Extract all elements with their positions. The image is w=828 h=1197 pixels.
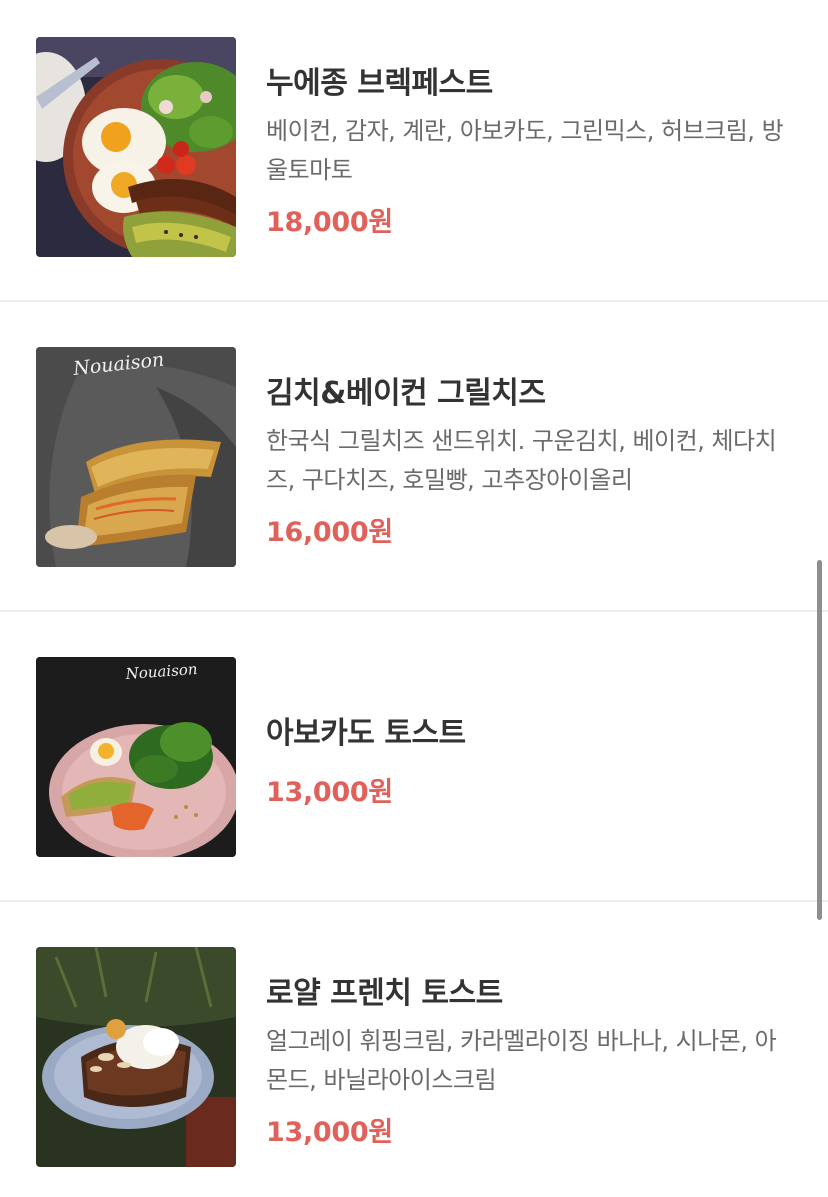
menu-item-price: 18,000원: [266, 207, 393, 238]
menu-item-description: 얼그레이 휘핑크림, 카라멜라이징 바나나, 시나몬, 아몬드, 바닐라아이스크…: [266, 1027, 777, 1094]
menu-item-price: 16,000원: [266, 517, 393, 548]
avocado-toast-photo[interactable]: Nouaison: [36, 657, 236, 857]
menu-item-name: 로얄 프렌치 토스트: [266, 976, 503, 1011]
menu-item-nouaison-breakfast[interactable]: 누에종 브렉페스트 베이컨, 감자, 계란, 아보카도, 그린믹스, 허브크림,…: [0, 0, 828, 301]
menu-item-name: 김치&베이컨 그릴치즈: [266, 376, 546, 411]
menu-item-description: 베이컨, 감자, 계란, 아보카도, 그린믹스, 허브크림, 방울토마토: [266, 117, 784, 184]
menu-item-name: 누에종 브렉페스트: [266, 66, 493, 101]
menu-item-avocado-toast[interactable]: Nouaison 아보카도 토스트 13,000원: [0, 612, 828, 901]
vertical-scrollbar[interactable]: [817, 560, 822, 920]
french-toast-photo[interactable]: [36, 947, 236, 1167]
grilled-cheese-photo[interactable]: Nouaison: [36, 347, 236, 567]
menu-item-description: 한국식 그릴치즈 샌드위치. 구운김치, 베이컨, 체다치즈, 구다치즈, 호밀…: [266, 427, 777, 494]
menu-item-royal-french-toast[interactable]: 로얄 프렌치 토스트 얼그레이 휘핑크림, 카라멜라이징 바나나, 시나몬, 아…: [0, 902, 828, 1197]
menu-item-kimchi-bacon-grilled-cheese[interactable]: Nouaison 김치&베이컨 그릴치즈 한국식 그릴치즈 샌드위치. 구운김치…: [0, 302, 828, 611]
breakfast-plate-photo[interactable]: [36, 37, 236, 257]
menu-item-price: 13,000원: [266, 1117, 393, 1148]
menu-item-price: 13,000원: [266, 777, 393, 808]
menu-item-name: 아보카도 토스트: [266, 716, 466, 751]
